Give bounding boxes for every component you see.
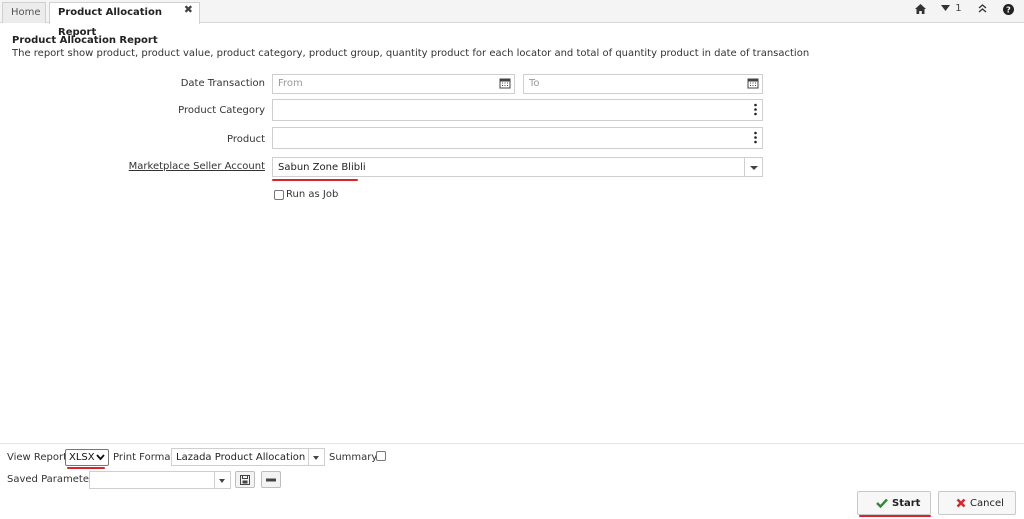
chevron-down-icon[interactable] [214,472,230,488]
print-format-select[interactable]: Lazada Product Allocation Re [171,448,325,466]
window-count: 1 [955,3,962,14]
highlight-underline [859,515,931,517]
check-icon [876,498,888,508]
print-format-label: Print Format [113,452,175,463]
cancel-button-label: Cancel [970,498,1004,509]
divider [0,443,1024,444]
more-options-icon[interactable] [754,103,757,116]
date-from-placeholder: From [278,78,303,89]
run-as-job-checkbox[interactable] [274,190,284,200]
view-report-value: XLSX [69,452,95,463]
product-field[interactable] [272,127,763,149]
date-from-field[interactable]: From [272,74,515,94]
page-description: The report show product, product value, … [12,48,810,59]
date-to-placeholder: To [529,78,540,89]
tab-product-allocation-report[interactable]: Product Allocation Report ✖ [49,0,200,38]
save-parameters-button[interactable] [235,471,255,488]
caret-down-icon [941,5,950,11]
help-icon[interactable]: ? [1003,4,1014,18]
print-format-value: Lazada Product Allocation Re [176,452,306,463]
minus-icon [266,478,276,482]
close-icon[interactable]: ✖ [184,0,193,20]
marketplace-seller-account-value: Sabun Zone Blibli [278,162,366,173]
date-to-field[interactable]: To [523,74,763,94]
start-button-label: Start [892,498,921,509]
start-button[interactable]: Start [857,491,931,515]
view-report-select[interactable]: XLSX [65,449,109,466]
close-icon [956,498,966,508]
svg-text:?: ? [1006,6,1011,15]
collapse-icon[interactable] [978,4,987,16]
chevron-down-icon [96,454,105,461]
chevron-down-icon[interactable] [744,158,762,176]
product-label: Product [227,134,265,145]
delete-parameters-button[interactable] [261,471,281,488]
saved-parameters-label: Saved Parameters [7,474,99,485]
product-category-field[interactable] [272,99,763,121]
run-as-job-label: Run as Job [286,189,339,200]
marketplace-seller-account-select[interactable]: Sabun Zone Blibli [272,157,763,177]
home-icon[interactable] [915,4,926,17]
tab-home-label: Home [11,7,41,18]
save-icon [240,475,250,485]
marketplace-seller-account-label[interactable]: Marketplace Seller Account [129,161,265,172]
calendar-icon[interactable] [499,77,511,89]
cancel-button[interactable]: Cancel [938,491,1016,515]
highlight-underline [272,179,358,181]
more-options-icon[interactable] [754,131,757,144]
summary-checkbox[interactable] [376,451,386,461]
page-title: Product Allocation Report [12,35,158,46]
chevron-down-icon[interactable] [308,449,324,465]
summary-label: Summary [329,452,378,463]
highlight-underline [67,467,105,469]
date-transaction-label: Date Transaction [180,78,265,89]
calendar-icon[interactable] [747,77,759,89]
view-report-label: View Report [7,452,68,463]
tab-home[interactable]: Home [2,2,46,23]
tab-active-label: Product Allocation Report [58,7,162,38]
tab-bar: Home Product Allocation Report ✖ 1 ? [0,0,1024,38]
saved-parameters-select[interactable] [89,471,231,489]
window-list-dropdown[interactable]: 1 [941,3,962,15]
product-category-label: Product Category [178,105,265,116]
